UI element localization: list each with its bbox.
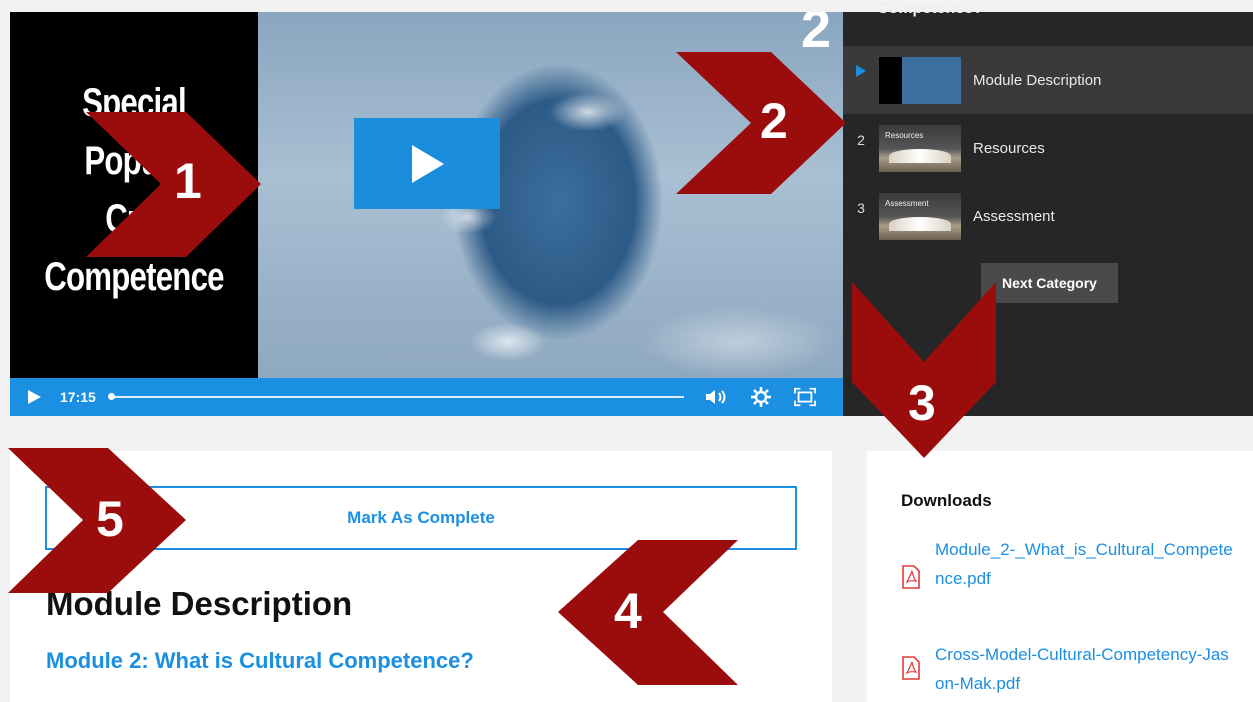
- annotation-marker-3: 3: [852, 282, 996, 458]
- volume-icon: [705, 390, 726, 404]
- progress-handle[interactable]: [107, 393, 115, 400]
- fullscreen-icon: [793, 387, 816, 407]
- next-category-button[interactable]: Next Category: [981, 263, 1118, 303]
- pdf-file-icon: [902, 656, 920, 680]
- downloads-card: Downloads Module_2-_What_is_Cultural_Com…: [867, 451, 1253, 702]
- gear-icon: [750, 387, 771, 407]
- play-icon: [412, 144, 444, 183]
- play-icon: [27, 390, 41, 404]
- playlist-item-label: Assessment: [973, 207, 1055, 225]
- now-playing-indicator: [843, 46, 879, 80]
- downloads-title: Downloads: [901, 491, 992, 510]
- playlist-item-label: Resources: [973, 139, 1045, 157]
- download-link[interactable]: Cross-Model-Cultural-Competency-Jason-Ma…: [935, 640, 1235, 698]
- annotation-marker-2: 2: [676, 52, 848, 194]
- fullscreen-button[interactable]: [793, 386, 816, 408]
- playlist-item-module-description[interactable]: Module Description: [843, 46, 1253, 114]
- annotation-number: 5: [96, 491, 124, 547]
- page: Special Popula Cult Competence 2 17:15: [0, 0, 1253, 702]
- thumbnail: [879, 56, 961, 104]
- playlist-title: Competence?: [877, 0, 983, 17]
- annotation-number: 4: [614, 583, 642, 639]
- annotation-marker-4: 4: [558, 540, 738, 685]
- progress-bar[interactable]: [107, 393, 684, 400]
- annotation-number: 1: [174, 153, 202, 209]
- volume-button[interactable]: [705, 386, 728, 408]
- play-indicator-icon: [856, 65, 866, 77]
- current-time: 17:15: [60, 389, 96, 405]
- thumbnail-text: Resources: [885, 130, 924, 140]
- thumbnail: Assessment: [879, 192, 961, 240]
- player-controls: 17:15: [10, 378, 843, 416]
- annotation-number: 3: [908, 375, 936, 431]
- thumbnail-text: Assessment: [885, 198, 929, 208]
- annotation-marker-1: 1: [86, 112, 266, 257]
- download-link[interactable]: Module_2-_What_is_Cultural_Competence.pd…: [935, 535, 1235, 593]
- pdf-file-icon: [902, 565, 920, 589]
- playlist-item-index: 2: [857, 132, 865, 148]
- section-subtitle: Module 2: What is Cultural Competence?: [46, 648, 474, 673]
- playlist-item-index: 3: [857, 200, 865, 216]
- settings-button[interactable]: [750, 386, 772, 408]
- playlist-item-assessment[interactable]: 3 Assessment Assessment: [843, 182, 1253, 250]
- thumbnail: Resources: [879, 124, 961, 172]
- download-item[interactable]: Cross-Model-Cultural-Competency-Jason-Ma…: [901, 640, 1235, 698]
- playlist-item-label: Module Description: [973, 71, 1102, 89]
- play-button[interactable]: [24, 387, 44, 407]
- annotation-number: 2: [760, 93, 788, 149]
- play-button-large[interactable]: [354, 118, 500, 209]
- annotation-marker-5: 5: [8, 448, 188, 593]
- playlist-item-resources[interactable]: 2 Resources Resources: [843, 114, 1253, 182]
- download-item[interactable]: Module_2-_What_is_Cultural_Competence.pd…: [901, 535, 1235, 593]
